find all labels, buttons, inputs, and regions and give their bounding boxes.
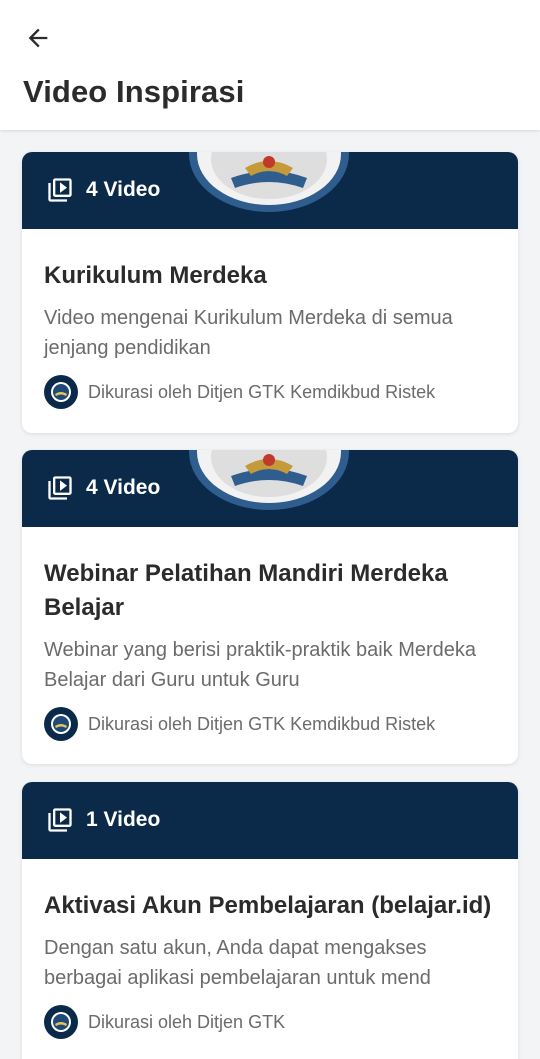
curator-avatar — [44, 375, 78, 409]
video-library-icon — [48, 476, 72, 500]
card-title: Aktivasi Akun Pembelajaran (belajar.id) — [44, 892, 492, 919]
kemdikbud-logo-icon — [51, 382, 71, 402]
video-count-text: 4 Video — [86, 476, 161, 499]
video-count-text: 4 Video — [86, 178, 161, 201]
app-bar: Video Inspirasi — [0, 0, 540, 130]
card-description: Webinar yang berisi praktik-praktik baik… — [44, 639, 477, 691]
page-title: Video Inspirasi — [23, 74, 245, 109]
kemdikbud-logo-icon — [51, 1012, 71, 1032]
video-count-badge: 4 Video — [46, 473, 160, 503]
curator-row: Dikurasi oleh Ditjen GTK — [44, 1005, 496, 1039]
card-banner: 4 Video — [22, 152, 518, 229]
curator-text: Dikurasi oleh Ditjen GTK Kemdikbud Riste… — [88, 713, 436, 734]
kemdikbud-logo-icon — [51, 714, 71, 734]
video-count-text: 1 Video — [86, 808, 161, 831]
card-description: Dengan satu akun, Anda dapat mengakses b… — [44, 937, 431, 989]
collection-card[interactable]: 4 Video Webinar Pelatihan Mandiri Merdek… — [22, 450, 518, 764]
card-title: Kurikulum Merdeka — [44, 262, 267, 289]
curator-avatar — [44, 707, 78, 741]
tut-wuri-logo — [189, 450, 349, 510]
curator-row: Dikurasi oleh Ditjen GTK Kemdikbud Riste… — [44, 375, 496, 409]
video-library-icon — [48, 808, 72, 832]
card-banner: 1 Video — [22, 782, 518, 859]
curator-row: Dikurasi oleh Ditjen GTK Kemdikbud Riste… — [44, 707, 496, 741]
back-button[interactable] — [18, 18, 58, 58]
curator-avatar — [44, 1005, 78, 1039]
video-library-icon — [48, 178, 72, 202]
card-title: Webinar Pelatihan Mandiri Merdeka Belaja… — [44, 560, 448, 621]
card-banner: 4 Video — [22, 450, 518, 527]
arrow-left-icon — [28, 28, 48, 48]
collection-card[interactable]: 4 Video Kurikulum Merdeka Video mengenai… — [22, 152, 518, 433]
video-count-badge: 1 Video — [46, 805, 160, 835]
video-count-badge: 4 Video — [46, 175, 160, 205]
collection-list[interactable]: 4 Video Kurikulum Merdeka Video mengenai… — [0, 130, 540, 1059]
tut-wuri-logo — [189, 152, 349, 212]
curator-text: Dikurasi oleh Ditjen GTK Kemdikbud Riste… — [88, 381, 436, 402]
card-description: Video mengenai Kurikulum Merdeka di semu… — [44, 307, 453, 359]
curator-text: Dikurasi oleh Ditjen GTK — [88, 1011, 286, 1032]
collection-card[interactable]: 1 Video Aktivasi Akun Pembelajaran (bela… — [22, 782, 518, 1059]
